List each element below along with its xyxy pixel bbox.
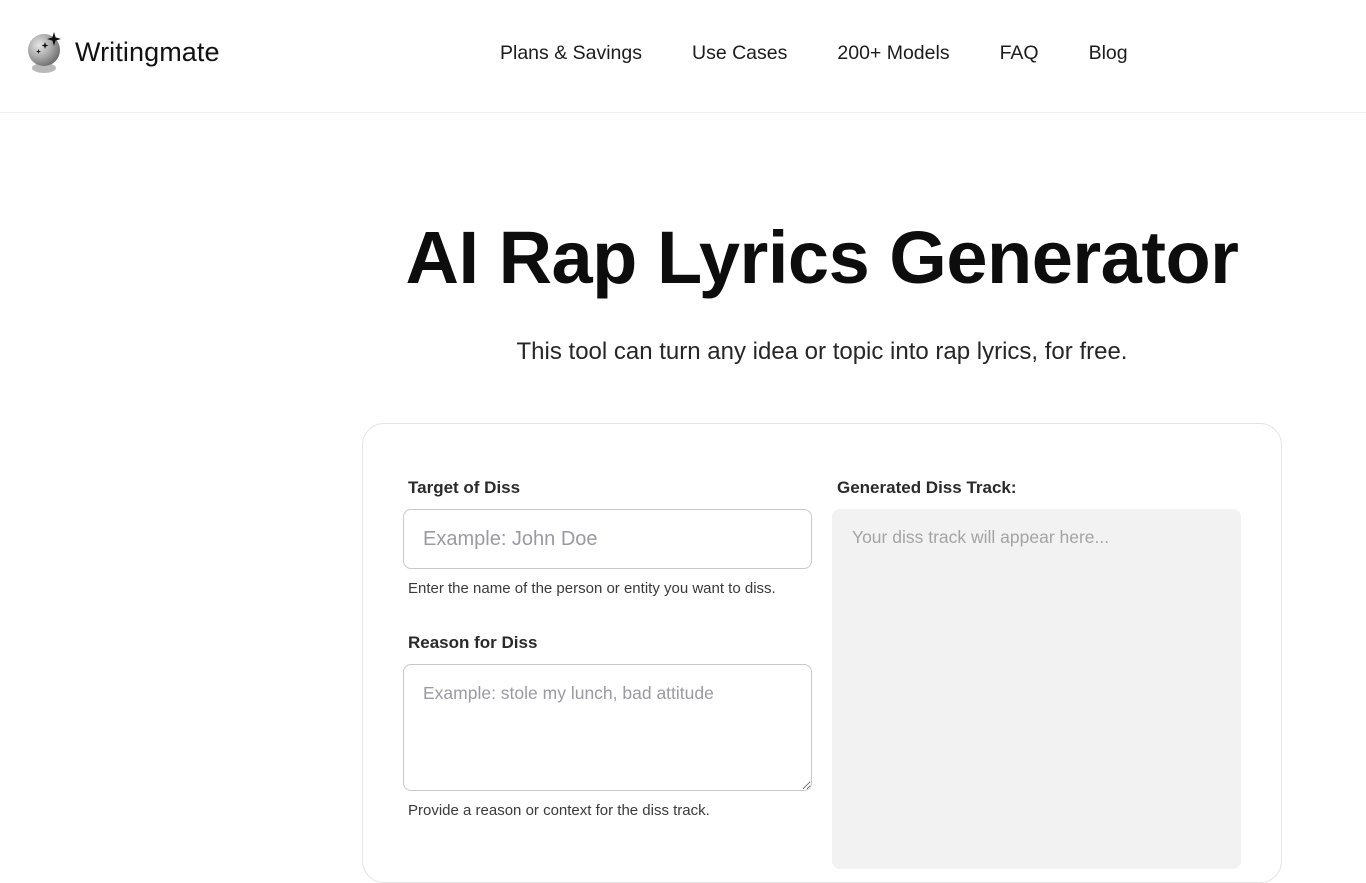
reason-textarea[interactable] <box>403 664 812 791</box>
output-label: Generated Diss Track: <box>837 478 1017 497</box>
nav-plans-savings[interactable]: Plans & Savings <box>500 41 642 65</box>
site-header: Writingmate Plans & Savings Use Cases 20… <box>0 0 1366 113</box>
page-subtitle: This tool can turn any idea or topic int… <box>516 338 1128 365</box>
reason-label: Reason for Diss <box>408 633 538 652</box>
main-nav: Plans & Savings Use Cases 200+ Models FA… <box>500 41 1128 65</box>
nav-models[interactable]: 200+ Models <box>837 41 949 65</box>
brand-logo-link[interactable]: Writingmate <box>28 30 220 76</box>
target-input[interactable] <box>403 509 812 569</box>
nav-faq[interactable]: FAQ <box>1000 41 1039 65</box>
output-placeholder: Your diss track will appear here... <box>852 527 1110 547</box>
nav-blog[interactable]: Blog <box>1089 41 1128 65</box>
nav-use-cases[interactable]: Use Cases <box>692 41 787 65</box>
generated-diss-track-output: Your diss track will appear here... <box>832 509 1241 869</box>
brand-name: Writingmate <box>75 36 220 67</box>
reason-help-text: Provide a reason or context for the diss… <box>408 802 710 819</box>
generator-card: Target of Diss Enter the name of the per… <box>362 423 1282 883</box>
target-help-text: Enter the name of the person or entity y… <box>408 580 776 597</box>
target-label: Target of Diss <box>408 478 521 497</box>
page-title: AI Rap Lyrics Generator <box>405 216 1239 299</box>
crystal-ball-sparkle-icon <box>28 32 61 73</box>
